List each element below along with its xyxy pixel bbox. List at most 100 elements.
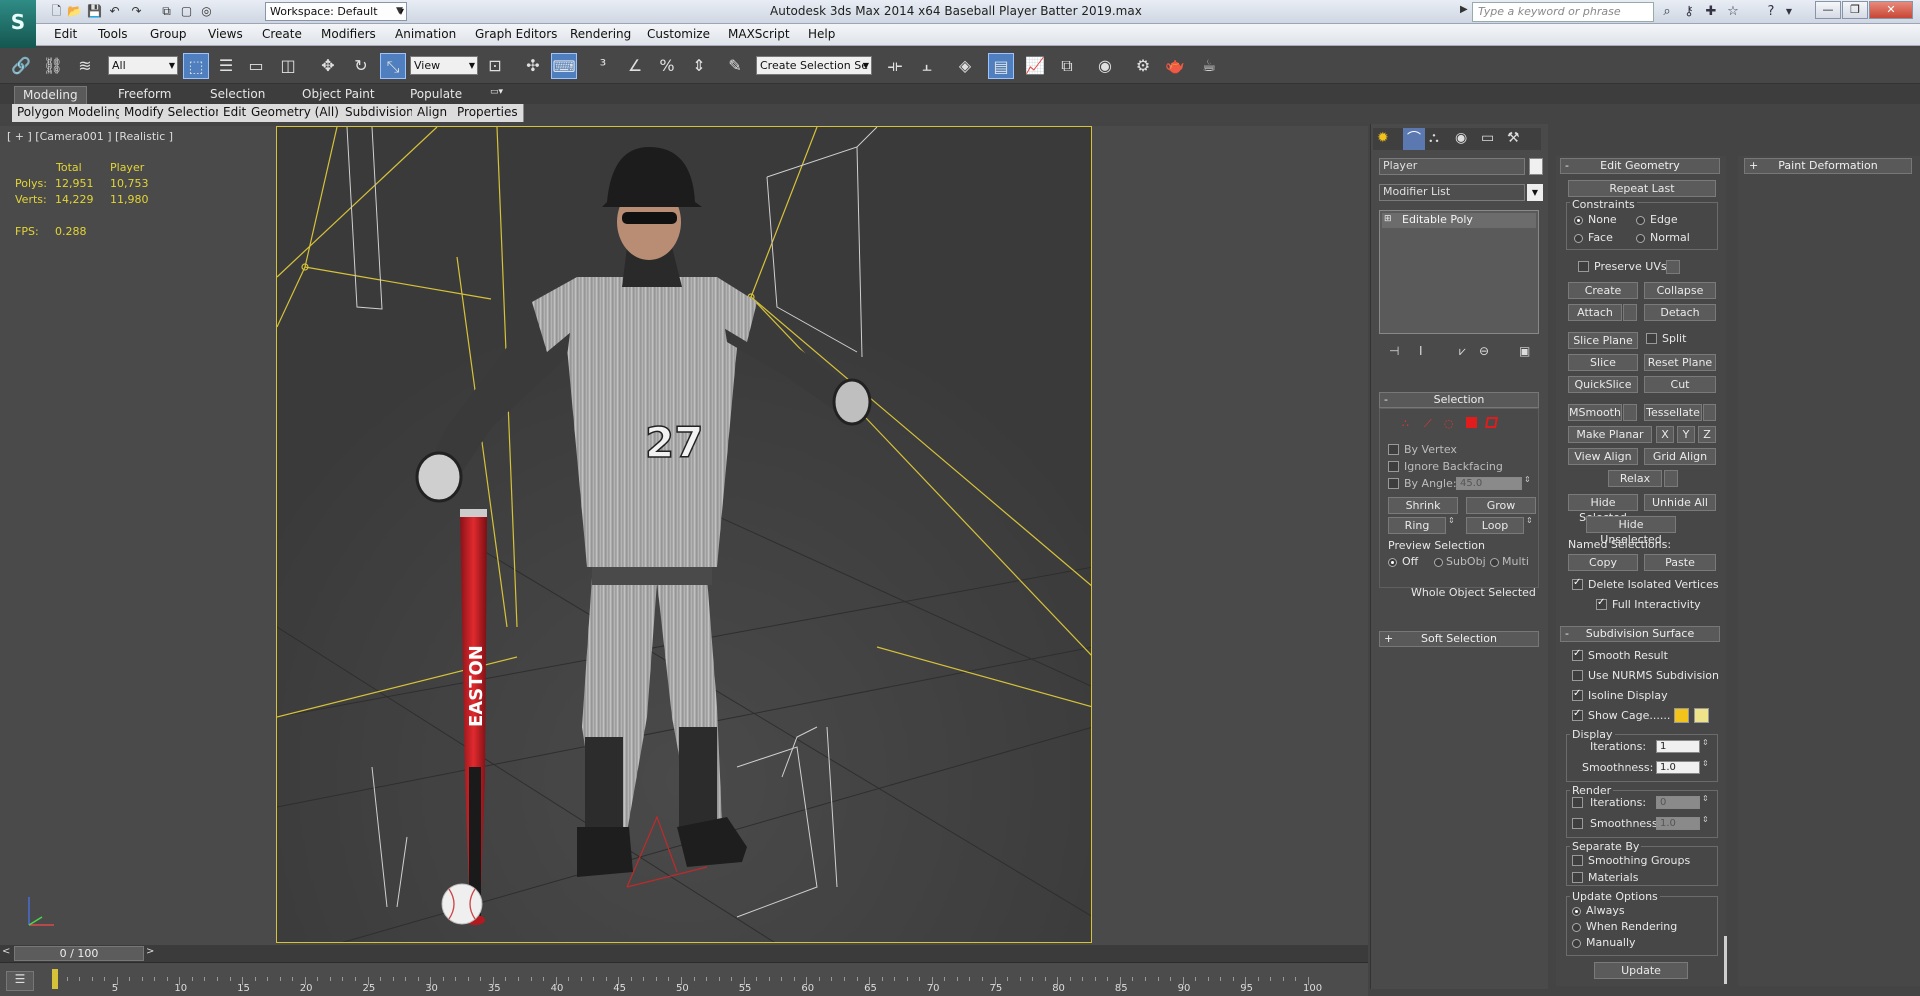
update-when-rendering-radio[interactable] [1572, 923, 1581, 932]
ring-button[interactable]: Ring [1388, 517, 1446, 534]
relax-settings-icon[interactable] [1664, 470, 1678, 487]
quickslice-button[interactable]: QuickSlice [1568, 376, 1638, 393]
redo-icon[interactable]: ↷ [128, 3, 145, 20]
window-crossing-icon[interactable]: ◫ [275, 53, 301, 79]
paste-button[interactable]: Paste [1644, 554, 1716, 571]
ring-spinner-icon[interactable]: ⇕ [1448, 516, 1455, 525]
repeat-last-button[interactable]: Repeat Last [1568, 180, 1716, 197]
favorite-star-icon[interactable]: ☆ [1724, 3, 1742, 21]
time-next-icon[interactable]: > [146, 946, 154, 957]
create-button[interactable]: Create [1568, 282, 1638, 299]
modify-tab-icon[interactable]: ⌒ [1403, 128, 1425, 150]
preserve-uvs-settings-icon[interactable] [1666, 260, 1680, 274]
panel-scrollbar[interactable] [1724, 936, 1727, 984]
menu-maxscript[interactable]: MAXScript [728, 27, 790, 41]
grid-align-button[interactable]: Grid Align [1644, 448, 1716, 465]
object-name-field[interactable]: Player [1379, 158, 1525, 175]
make-planar-button[interactable]: Make Planar [1568, 426, 1652, 443]
select-and-manipulate-icon[interactable]: ✣ [520, 53, 546, 79]
scale-icon[interactable]: ⤡ [380, 53, 406, 79]
cut-button[interactable]: Cut [1644, 376, 1716, 393]
create-tab-icon[interactable]: ✹ [1377, 130, 1389, 146]
by-angle-spinner[interactable]: 45.0 [1456, 477, 1522, 490]
render-iterations-checkbox[interactable] [1572, 797, 1583, 808]
menu-help[interactable]: Help [808, 27, 835, 41]
menu-customize[interactable]: Customize [647, 27, 710, 41]
preserve-uvs-checkbox[interactable] [1578, 261, 1589, 272]
display-smoothness-spinner[interactable]: 1.0 [1656, 761, 1700, 774]
pin-stack-icon[interactable]: ⊣ [1389, 344, 1399, 358]
constraint-normal-radio[interactable] [1636, 234, 1645, 243]
attach-button[interactable]: Attach [1568, 304, 1622, 321]
viewport-label[interactable]: [ + ] [Camera001 ] [Realistic ] [7, 130, 173, 143]
selection-filter-dropdown[interactable]: All ▼ [108, 56, 178, 75]
menu-group[interactable]: Group [150, 27, 187, 41]
unhide-all-button[interactable]: Unhide All [1644, 494, 1716, 511]
render-smoothness-spinner[interactable]: 1.0 [1656, 817, 1700, 830]
smooth-result-checkbox[interactable] [1572, 648, 1583, 661]
constraint-edge-radio[interactable] [1636, 216, 1645, 225]
by-angle-checkbox[interactable] [1388, 478, 1399, 489]
polygon-mode-icon[interactable] [1466, 417, 1477, 428]
save-file-icon[interactable]: 💾 [86, 3, 103, 20]
help-dropdown-icon[interactable]: ▼ [1780, 3, 1798, 21]
track-bar[interactable]: ☰ 5 10 15 20 25 30 35 40 45 50 55 60 65 70 75 80 85 90 95 1… [0, 962, 1368, 996]
keyboard-shortcut-override-icon[interactable]: ⌨ [551, 53, 577, 79]
curve-editor-icon[interactable]: 📈 [1022, 53, 1048, 79]
menu-edit[interactable]: Edit [54, 27, 77, 41]
fetch-icon[interactable]: ▢ [178, 3, 195, 20]
update-always-radio[interactable] [1572, 907, 1581, 916]
preview-subobj-radio[interactable] [1434, 558, 1443, 567]
vertex-mode-icon[interactable]: ∴ [1402, 417, 1409, 430]
spinner-snap-icon[interactable]: ⇕ [686, 53, 712, 79]
delete-isolated-checkbox[interactable] [1572, 577, 1583, 590]
display-iterations-spinner[interactable]: 1 [1656, 740, 1700, 753]
smoothing-groups-checkbox[interactable] [1572, 855, 1583, 866]
schematic-view-icon[interactable]: ⧉ [1054, 53, 1080, 79]
search-expand-icon[interactable]: ▶ [1460, 4, 1468, 15]
spinner-arrows-icon[interactable]: ⇕ [1702, 759, 1709, 768]
expand-icon[interactable]: ⊞ [1384, 214, 1392, 224]
time-slider-thumb[interactable]: 0 / 100 [14, 946, 144, 961]
materials-checkbox[interactable] [1572, 872, 1583, 883]
panel-properties[interactable]: Properties [452, 104, 524, 122]
edit-named-selection-icon[interactable]: ✎ [722, 53, 748, 79]
loop-button[interactable]: Loop [1466, 517, 1524, 534]
pivot-center-icon[interactable]: ⊡ [482, 53, 508, 79]
edit-geometry-rollout-header[interactable]: - Edit Geometry [1560, 158, 1720, 174]
panel-subdivision[interactable]: Subdivision [340, 104, 420, 122]
rectangular-selection-icon[interactable]: ▭ [243, 53, 269, 79]
update-button[interactable]: Update [1594, 962, 1688, 979]
display-tab-icon[interactable]: ▭ [1481, 130, 1494, 146]
move-icon[interactable]: ✥ [315, 53, 341, 79]
current-frame-marker[interactable] [52, 969, 58, 989]
planar-z-button[interactable]: Z [1698, 426, 1716, 443]
select-by-name-icon[interactable]: ☰ [213, 53, 239, 79]
edge-mode-icon[interactable]: ⟋ [1424, 417, 1432, 431]
remove-modifier-icon[interactable]: ⊖ [1479, 344, 1489, 358]
loop-spinner-icon[interactable]: ⇕ [1526, 516, 1533, 525]
by-vertex-checkbox[interactable] [1388, 444, 1399, 455]
constraint-none-radio[interactable] [1574, 216, 1583, 225]
panel-modify-selection[interactable]: Modify Selection [119, 104, 229, 122]
stack-item-editable-poly[interactable]: ⊞ Editable Poly [1382, 213, 1536, 228]
rendered-frame-window-icon[interactable]: 🫖 [1162, 53, 1188, 79]
hide-selected-button[interactable]: Hide Selected [1568, 494, 1638, 524]
workspace-menu-icon[interactable]: ▼ [396, 1, 406, 21]
spinner-arrows-icon[interactable]: ⇕ [1702, 815, 1709, 824]
tab-populate[interactable]: Populate [402, 86, 470, 104]
attach-settings-icon[interactable] [1623, 304, 1637, 321]
project-folder-icon[interactable]: ◎ [198, 3, 215, 20]
object-color-swatch[interactable] [1529, 158, 1543, 175]
percent-snap-icon[interactable]: % [654, 53, 680, 79]
relax-button[interactable]: Relax [1608, 470, 1662, 487]
full-interactivity-checkbox[interactable] [1596, 597, 1607, 610]
named-selection-set-dropdown[interactable]: Create Selection Se ▼ [756, 56, 872, 75]
spinner-arrows-icon[interactable]: ⇕ [1702, 794, 1709, 803]
border-mode-icon[interactable]: ◌ [1444, 417, 1454, 430]
baseball-model[interactable] [441, 883, 483, 925]
preview-off-radio[interactable] [1388, 558, 1397, 567]
minimize-button[interactable]: — [1815, 1, 1841, 19]
soft-selection-rollout-header[interactable]: + Soft Selection [1379, 631, 1539, 647]
tessellate-settings-icon[interactable] [1703, 404, 1716, 421]
